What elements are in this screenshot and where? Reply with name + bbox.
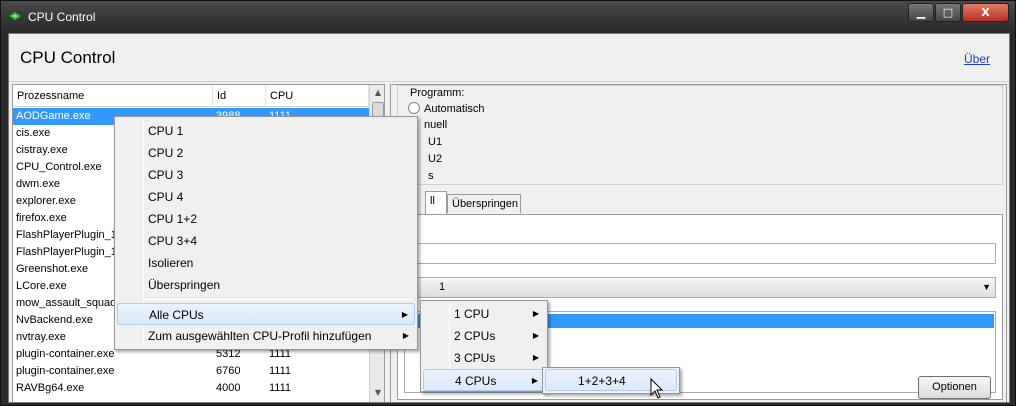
column-header-processname[interactable]: Prozessname	[13, 85, 213, 107]
menu-item-cpu3[interactable]: CPU 3	[117, 164, 415, 186]
radio-circle-icon	[408, 102, 420, 114]
scroll-up-arrow-icon[interactable]: ▲	[370, 85, 384, 101]
menu-separator	[145, 299, 413, 300]
menu-item-skip[interactable]: Überspringen	[117, 274, 415, 296]
process-cpu-cell: 1111	[269, 382, 292, 394]
menu-item-cpu3-4[interactable]: CPU 3+4	[117, 230, 415, 252]
options-button[interactable]: Optionen	[918, 376, 991, 399]
submenu-arrow-icon: ▶	[401, 310, 408, 319]
menu-item-cpu1[interactable]: CPU 1	[117, 120, 415, 142]
process-name-cell: RAVBg64.exe	[16, 382, 85, 394]
radio-cpu1[interactable]: U1	[428, 136, 442, 148]
profile-input[interactable]	[404, 243, 996, 264]
window-title: CPU Control	[28, 10, 96, 24]
chevron-down-icon: ▼	[982, 282, 991, 292]
tab-profile[interactable]: ll	[425, 191, 447, 214]
radio-label: Automatisch	[424, 103, 485, 115]
table-row[interactable]: RAVBg64.exe 4000 1111	[13, 380, 369, 397]
maximize-button[interactable]: □	[935, 3, 961, 22]
menu-item-cpu4[interactable]: CPU 4	[117, 186, 415, 208]
process-id-cell: 4000	[216, 382, 241, 394]
radio-manual[interactable]: nuell	[424, 119, 447, 131]
mouse-pointer-icon	[650, 378, 664, 399]
menu-item-label: Zum ausgewählten CPU-Profil hinzufügen	[148, 329, 372, 343]
process-cpu-cell: 1111	[269, 365, 292, 377]
scroll-down-arrow-icon[interactable]: ▼	[370, 385, 384, 401]
header: CPU Control Über	[9, 34, 1009, 82]
tab-skip[interactable]: Überspringen	[447, 194, 521, 213]
profile-select[interactable]: 1 ▼	[404, 277, 996, 298]
submenu-arrow-icon: ▶	[532, 353, 539, 362]
radio-label: U1	[428, 136, 443, 148]
chip-icon	[7, 10, 23, 22]
radio-cpu2[interactable]: U2	[428, 153, 442, 165]
process-list-header: Prozessname Id CPU	[13, 85, 369, 107]
radio-other[interactable]: s	[428, 170, 434, 182]
program-group: Programm: Automatisch nuell U1 U2 s	[397, 85, 1003, 185]
process-id-cell: 6760	[216, 365, 241, 377]
close-button[interactable]: X	[962, 3, 1009, 22]
menu-item-1-cpu[interactable]: 1 CPU ▶	[423, 303, 545, 325]
menu-item-add-to-profile[interactable]: Zum ausgewählten CPU-Profil hinzufügen ▶	[117, 325, 415, 347]
column-header-id[interactable]: Id	[213, 85, 266, 107]
menu-item-cpu2[interactable]: CPU 2	[117, 142, 415, 164]
menu-item-cpu1-2[interactable]: CPU 1+2	[117, 208, 415, 230]
about-link[interactable]: Über	[964, 52, 990, 66]
radio-label: U2	[428, 153, 443, 165]
menu-item-all-cpus[interactable]: Alle CPUs ▶	[117, 303, 415, 325]
menu-item-label: 2 CPUs	[454, 329, 496, 343]
submenu-arrow-icon: ▶	[532, 331, 539, 340]
page-title: CPU Control	[20, 48, 116, 67]
radio-automatic[interactable]: Automatisch	[408, 102, 485, 115]
table-row[interactable]: plugin-container.exe 6760 1111	[13, 363, 369, 380]
menu-item-label: 3 CPUs	[454, 351, 496, 365]
program-group-title: Programm:	[410, 87, 465, 99]
submenu-arrow-icon: ▶	[532, 309, 539, 318]
menu-item-3-cpus[interactable]: 3 CPUs ▶	[423, 347, 545, 369]
menu-item-label: Alle CPUs	[149, 308, 204, 322]
submenu-arrow-icon: ▶	[402, 331, 409, 340]
context-menu: CPU 1 CPU 2 CPU 3 CPU 4 CPU 1+2 CPU 3+4 …	[114, 116, 418, 350]
menu-item-label: 4 CPUs	[455, 374, 497, 388]
tab-strip: ll Überspringen	[397, 191, 1003, 215]
submenu-cpu-count: 1 CPU ▶ 2 CPUs ▶ 3 CPUs ▶ 4 CPUs ▶	[420, 300, 548, 392]
radio-label: s	[428, 170, 434, 182]
process-name-cell: plugin-container.exe	[16, 365, 115, 377]
column-header-cpu[interactable]: CPU	[266, 85, 369, 107]
menu-item-label: 1 CPU	[454, 307, 490, 321]
menu-item-isolate[interactable]: Isolieren	[117, 252, 415, 274]
menu-item-4-cpus[interactable]: 4 CPUs ▶	[423, 369, 545, 391]
title-bar[interactable]: CPU Control ▁ □ X	[1, 1, 1016, 33]
radio-label: nuell	[424, 119, 448, 131]
minimize-button[interactable]: ▁	[908, 3, 934, 22]
submenu-arrow-icon: ▶	[531, 376, 538, 385]
menu-item-2-cpus[interactable]: 2 CPUs ▶	[423, 325, 545, 347]
